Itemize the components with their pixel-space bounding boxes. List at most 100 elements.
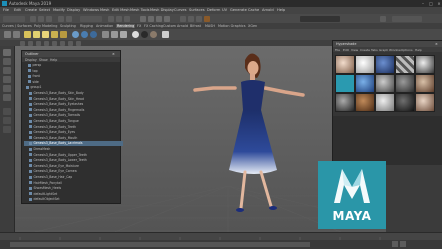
- hs-menu-view[interactable]: View: [351, 48, 358, 52]
- material-swatch-checker[interactable]: [395, 55, 415, 74]
- menu-modify[interactable]: Modify: [53, 8, 65, 12]
- lock-camera-icon[interactable]: [28, 40, 33, 46]
- persp-outliner-layout-icon[interactable]: [3, 126, 11, 133]
- menu-arnold[interactable]: Arnold: [262, 8, 274, 12]
- render-settings-icon[interactable]: [196, 15, 202, 22]
- shelf-tab-custom[interactable]: Custom: [163, 24, 176, 28]
- outliner-row[interactable]: side: [24, 80, 122, 85]
- hs-menu-edit[interactable]: Edit: [343, 48, 349, 52]
- menu-generate[interactable]: Generate: [230, 8, 247, 12]
- grid-toggle-icon[interactable]: [44, 40, 49, 46]
- select-hierarchy-icon[interactable]: [108, 15, 114, 22]
- shelf-tab-bifrost[interactable]: Bifrost: [190, 24, 201, 28]
- blinn-material-icon[interactable]: [72, 31, 79, 38]
- spot-light-icon[interactable]: [51, 31, 58, 38]
- material-swatch-dress[interactable]: [355, 74, 375, 93]
- phong-material-icon[interactable]: [90, 31, 97, 38]
- close-button[interactable]: ×: [436, 1, 442, 6]
- select-tool-icon[interactable]: [3, 49, 11, 56]
- minimize-button[interactable]: –: [420, 1, 426, 6]
- snap-view-icon[interactable]: [164, 15, 170, 22]
- wireframe-icon[interactable]: [52, 40, 57, 46]
- outliner-row[interactable]: Genesis3_Base_Body_Fingernails: [24, 108, 123, 113]
- bronze-sphere-icon[interactable]: [150, 31, 157, 38]
- undo-icon[interactable]: [58, 15, 64, 22]
- menu-help[interactable]: Help: [277, 8, 285, 12]
- arnold-renderview-icon[interactable]: [204, 15, 210, 22]
- range-bar[interactable]: [10, 242, 310, 247]
- open-scene-icon[interactable]: [38, 15, 44, 22]
- menu-edit[interactable]: Edit: [14, 8, 21, 12]
- outliner-row[interactable]: Genesis3_Base_Body_Tongue: [24, 119, 123, 124]
- ambient-light-icon[interactable]: [24, 31, 31, 38]
- outliner-row[interactable]: ShoesMesh_Heels: [24, 186, 123, 191]
- menu-create[interactable]: Create: [25, 8, 37, 12]
- material-swatch-chrome[interactable]: [415, 55, 435, 74]
- shelf-tab-rigging[interactable]: Rigging: [80, 24, 93, 28]
- shelf-tab-motion-graphics[interactable]: Motion Graphics: [218, 24, 246, 28]
- render-settings-shelf-icon[interactable]: [120, 31, 127, 38]
- select-mask-dropdown[interactable]: [80, 15, 102, 22]
- hs-menu-file[interactable]: File: [335, 48, 340, 52]
- outliner-row[interactable]: Genesis3_Base_Body_Eyelashes: [24, 102, 123, 107]
- material-swatch-blue[interactable]: [375, 55, 395, 74]
- textured-icon[interactable]: [68, 40, 73, 46]
- four-view-layout-icon[interactable]: [3, 117, 11, 124]
- maximize-button[interactable]: □: [428, 1, 434, 6]
- save-scene-icon[interactable]: [46, 15, 52, 22]
- menu-select[interactable]: Select: [39, 8, 50, 12]
- outliner-row[interactable]: Genesis3_Base_Body_Skin_Head: [24, 97, 123, 102]
- rotate-tool-icon[interactable]: [3, 85, 11, 92]
- shelf-tab-curves-surfaces[interactable]: Curves / Surfaces: [2, 24, 32, 28]
- lasso-tool-icon[interactable]: [3, 58, 11, 65]
- outliner-menu-display[interactable]: Display: [25, 58, 37, 62]
- menu-windows[interactable]: Windows: [83, 8, 99, 12]
- lambert-material-icon[interactable]: [81, 31, 88, 38]
- outliner-row[interactable]: Genesis3_Base_Body_Lacrimals: [24, 141, 123, 146]
- select-component-icon[interactable]: [124, 15, 130, 22]
- menu-cache[interactable]: Cache: [248, 8, 259, 12]
- outliner-row[interactable]: DressMesh: [24, 147, 123, 152]
- single-view-layout-icon[interactable]: [3, 108, 11, 115]
- material-swatch-teal[interactable]: [335, 74, 355, 93]
- outliner-row[interactable]: Genesis3_Base_Hair_Cap: [24, 175, 123, 180]
- shelf-tab-xgen[interactable]: XGen: [248, 24, 257, 28]
- workspace-dropdown[interactable]: [392, 15, 422, 22]
- bookmark-icon[interactable]: [36, 40, 41, 46]
- material-swatch-dark[interactable]: [335, 93, 355, 112]
- outliner-menu-show[interactable]: Show: [39, 58, 48, 62]
- hs-menu-help[interactable]: Help: [415, 48, 422, 52]
- menu-uv[interactable]: UV: [222, 8, 227, 12]
- material-swatch-black[interactable]: [395, 93, 415, 112]
- redo-icon[interactable]: [66, 15, 72, 22]
- hypershade-close-icon[interactable]: ×: [435, 42, 438, 46]
- outliner-row[interactable]: group1: [24, 85, 120, 90]
- material-swatch-tan[interactable]: [415, 93, 435, 112]
- menu-mesh-tools[interactable]: Mesh Tools: [130, 8, 149, 12]
- material-swatch-leather[interactable]: [415, 74, 435, 93]
- camera-aim-icon[interactable]: [13, 31, 20, 38]
- lights-icon[interactable]: [76, 40, 81, 46]
- outliner-menu-help[interactable]: Help: [50, 58, 57, 62]
- move-tool-icon[interactable]: [3, 76, 11, 83]
- shelf-tab-sculpting[interactable]: Sculpting: [60, 24, 76, 28]
- shelf-tab-fx-caching[interactable]: FX Caching: [144, 24, 163, 28]
- outliner-close-icon[interactable]: ×: [112, 52, 115, 56]
- play-button-icon[interactable]: [392, 241, 398, 247]
- paint-icon[interactable]: [162, 31, 169, 38]
- shelf-tab-animation[interactable]: Animation: [96, 24, 113, 28]
- hypershade-graph-area[interactable]: [333, 116, 442, 166]
- outliner-row[interactable]: persp: [24, 63, 122, 68]
- hs-menu-graph[interactable]: Graph: [379, 48, 388, 52]
- shelf-tab-mash[interactable]: MASH: [205, 24, 215, 28]
- material-swatch-hair[interactable]: [355, 93, 375, 112]
- new-scene-icon[interactable]: [30, 15, 36, 22]
- menu-file[interactable]: File: [3, 8, 9, 12]
- material-swatch-light[interactable]: [375, 93, 395, 112]
- outliner-row[interactable]: Genesis3_Base_Body_Upper_Teeth: [24, 153, 123, 158]
- outliner-row[interactable]: top: [24, 69, 122, 74]
- material-swatch-metal[interactable]: [395, 74, 415, 93]
- snap-grid-icon[interactable]: [140, 15, 146, 22]
- input-line-field[interactable]: [300, 15, 340, 22]
- hs-menu-options[interactable]: Options: [401, 48, 413, 52]
